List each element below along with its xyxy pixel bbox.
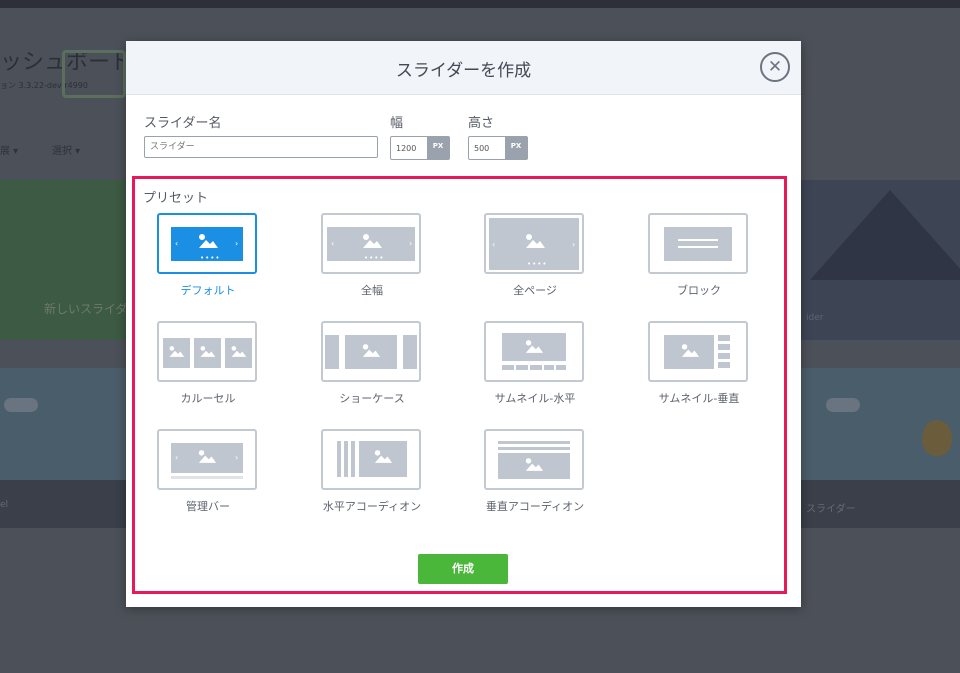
preset-full-width-thumbnail: ‹ › ••••: [321, 213, 421, 274]
image-icon: [198, 450, 217, 463]
slider-tile-label: el: [0, 500, 9, 510]
preset-default[interactable]: ‹ › •••• デフォルト: [157, 213, 259, 301]
height-input[interactable]: [469, 137, 504, 159]
preset-thumbnail-vertical[interactable]: サムネイル-垂直: [648, 321, 750, 409]
preset-vertical-accordion[interactable]: 垂直アコーディオン: [484, 429, 586, 517]
image-icon: [374, 450, 393, 463]
top-bar: [0, 0, 960, 8]
preset-label: 水平アコーディオン: [322, 500, 422, 513]
cloud-image: [4, 398, 38, 412]
dialog-title: スライダーを作成: [395, 61, 532, 81]
dialog-header: スライダーを作成 ✕: [126, 41, 801, 95]
preset-admin-bar-thumbnail: ‹ ›: [157, 429, 257, 490]
width-field: PX: [390, 136, 450, 160]
preset-label: 全幅: [361, 284, 383, 297]
preset-label: 管理バー: [186, 500, 230, 513]
height-field: PX: [468, 136, 528, 160]
preset-label: 全ページ: [513, 284, 557, 297]
new-slider-label: 新しいスライダ: [44, 302, 128, 316]
preset-label: サムネイル-水平: [494, 392, 576, 405]
slider-name-input[interactable]: [144, 136, 378, 158]
slider-tile-label: ider: [806, 313, 824, 323]
preset-thumbnail-vertical-thumbnail: [648, 321, 748, 382]
filter-dropdown-1[interactable]: 展 ▾: [0, 142, 18, 157]
preset-carousel[interactable]: カルーセル: [157, 321, 259, 409]
image-icon: [231, 346, 247, 357]
height-unit: PX: [505, 137, 527, 159]
slider-name-label: スライダー名: [144, 116, 222, 131]
width-input[interactable]: [391, 137, 426, 159]
mountain-image: [810, 190, 960, 280]
preset-admin-bar[interactable]: ‹ › 管理バー: [157, 429, 259, 517]
preset-block[interactable]: ブロック: [648, 213, 750, 301]
preset-label: 垂直アコーディオン: [485, 500, 585, 513]
preset-horizontal-accordion[interactable]: 水平アコーディオン: [321, 429, 423, 517]
balloon-image: [922, 420, 952, 456]
close-icon[interactable]: ✕: [760, 52, 790, 82]
create-button[interactable]: 作成: [418, 554, 508, 584]
width-label: 幅: [390, 116, 404, 131]
filter-dropdown-2[interactable]: 選択 ▾: [52, 142, 80, 157]
cloud-image: [826, 398, 860, 412]
image-icon: [525, 458, 544, 471]
height-label: 高さ: [468, 116, 495, 131]
new-slider-icon: [62, 50, 126, 98]
preset-thumbnail-horizontal[interactable]: サムネイル-水平: [484, 321, 586, 409]
preset-label: ショーケース: [339, 392, 405, 405]
preset-thumbnail-horizontal-thumbnail: [484, 321, 584, 382]
preset-full-width[interactable]: ‹ › •••• 全幅: [321, 213, 423, 301]
preset-showcase[interactable]: ショーケース: [321, 321, 423, 409]
preset-carousel-thumbnail: [157, 321, 257, 382]
preset-default-thumbnail: ‹ › ••••: [157, 213, 257, 274]
preset-vertical-accordion-thumbnail: [484, 429, 584, 490]
image-icon: [681, 344, 700, 357]
slider-tile-caption-left: [0, 480, 126, 528]
preset-full-page-thumbnail: ‹ › ••••: [484, 213, 584, 274]
create-slider-dialog: スライダーを作成 ✕ スライダー名 幅 PX 高さ PX プリセット ‹ › •…: [126, 41, 801, 607]
slider-tile-label: スライダー: [806, 504, 856, 515]
preset-showcase-thumbnail: [321, 321, 421, 382]
preset-block-thumbnail: [648, 213, 748, 274]
preset-horizontal-accordion-thumbnail: [321, 429, 421, 490]
image-icon: [363, 234, 382, 248]
image-icon: [200, 346, 216, 357]
image-icon: [169, 346, 185, 357]
preset-label: カルーセル: [180, 392, 236, 405]
preset-label: ブロック: [677, 284, 721, 297]
width-unit: PX: [427, 137, 449, 159]
preset-full-page[interactable]: ‹ › •••• 全ページ: [484, 213, 586, 301]
image-icon: [525, 340, 544, 353]
preset-heading: プリセット: [143, 191, 209, 206]
image-icon: [526, 234, 545, 248]
image-icon: [199, 234, 218, 248]
preset-label: デフォルト: [180, 284, 236, 297]
image-icon: [362, 344, 381, 357]
preset-label: サムネイル-垂直: [658, 392, 740, 405]
